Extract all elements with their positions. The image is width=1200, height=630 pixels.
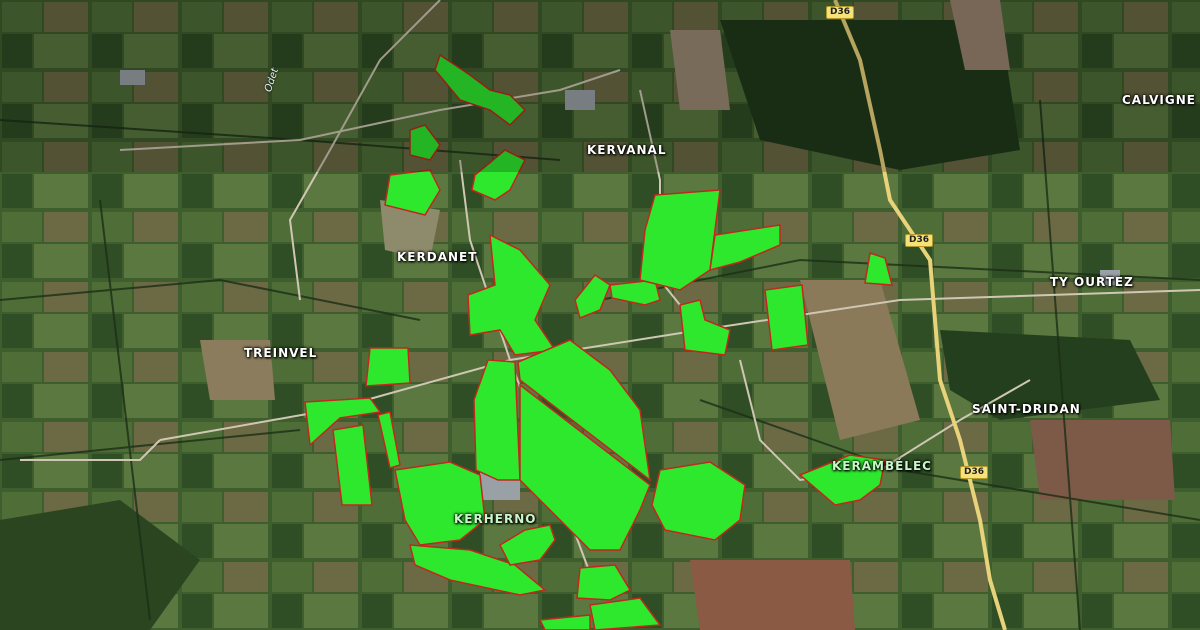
place-label-kerherno: KERHERNO: [454, 512, 537, 526]
road-shield-d36: D36: [960, 466, 988, 479]
place-label-ty-ourtez: TY OURTEZ: [1050, 275, 1134, 289]
place-label-kerambelec: KERAMBÉLEC: [832, 459, 932, 473]
place-label-treinvel: TREINVEL: [244, 346, 318, 360]
satellite-map[interactable]: Odet D36 D36 D36 KERVANAL CALVIGNE KERDA…: [0, 0, 1200, 630]
place-label-calvigne: CALVIGNE: [1122, 93, 1196, 107]
road-shield-d36: D36: [826, 6, 854, 19]
place-label-saint-dridan: SAINT-DRIDAN: [972, 402, 1081, 416]
road-shield-d36: D36: [905, 234, 933, 247]
place-label-kervanal: KERVANAL: [587, 143, 667, 157]
selected-field: [365, 347, 411, 387]
satellite-imagery: [0, 0, 1200, 630]
selected-field: [764, 284, 809, 351]
place-label-kerdanet: KERDANET: [397, 250, 478, 264]
